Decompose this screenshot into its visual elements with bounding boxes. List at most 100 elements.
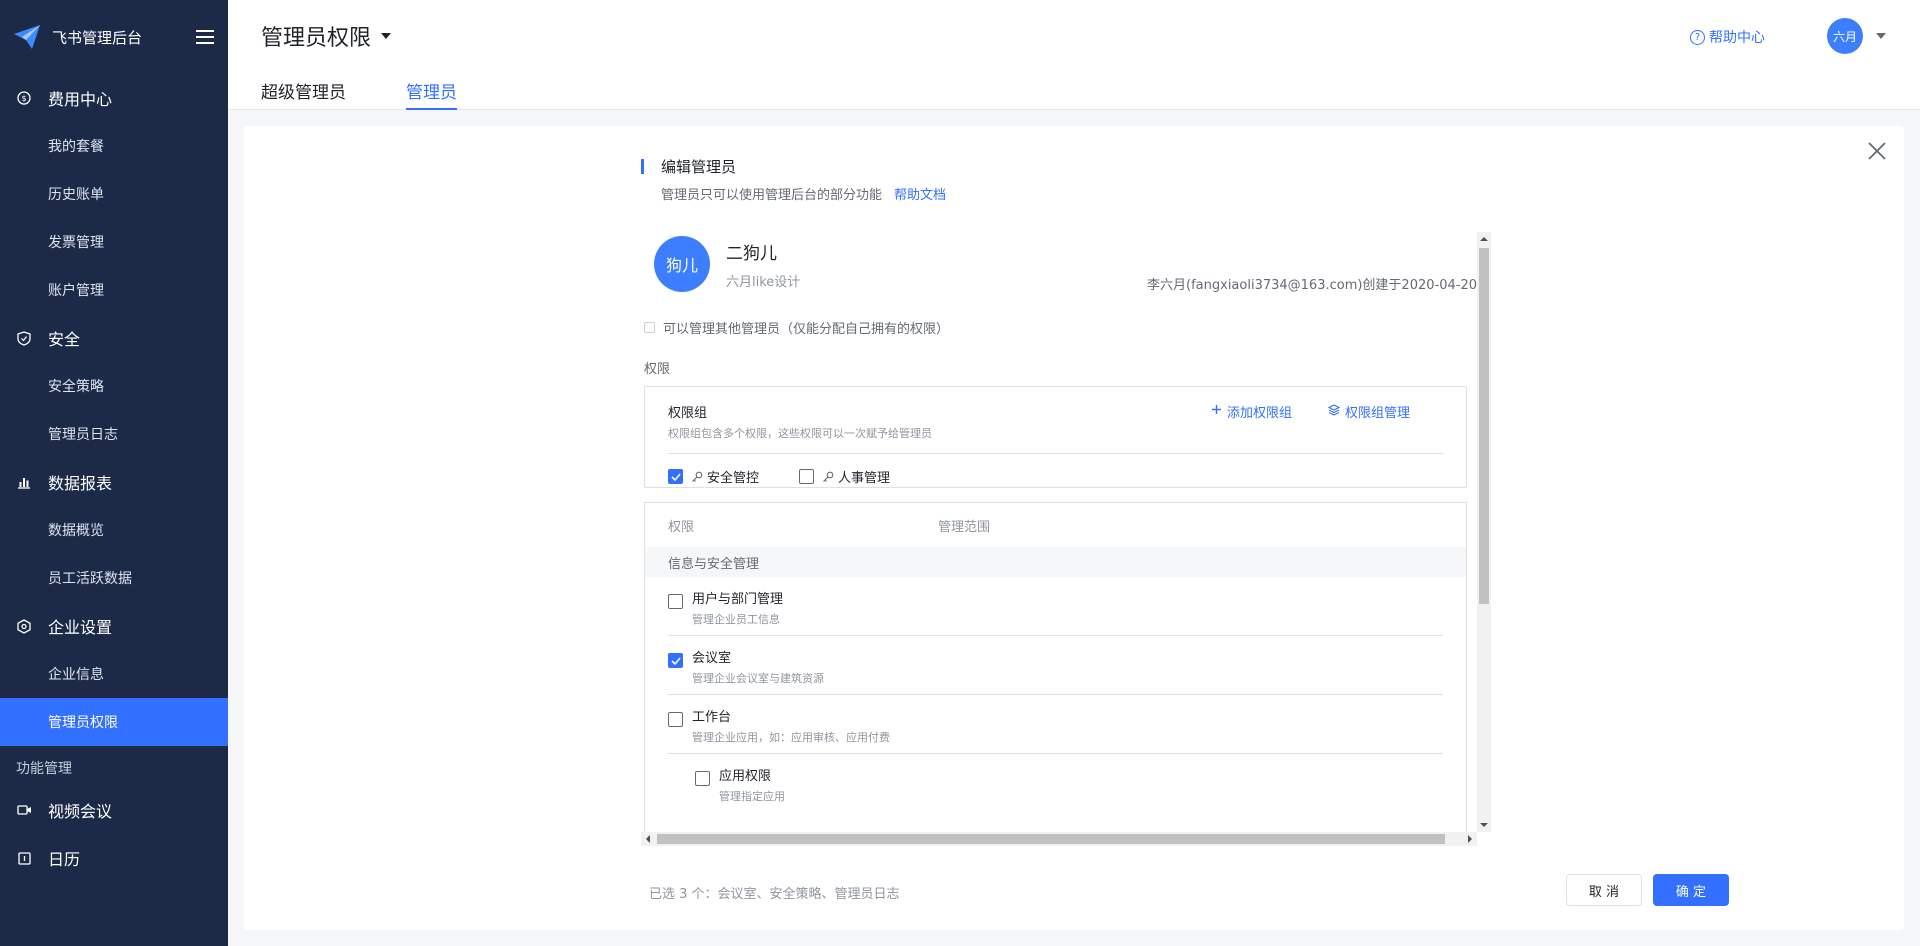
- nav-group-label: 视频会议: [48, 802, 113, 821]
- key-icon: [822, 471, 834, 483]
- scroll-content: 狗儿 二狗儿 六月like设计 李六月(fangxiaoli3734@163.c…: [641, 232, 1477, 832]
- brand: 飞书管理后台: [0, 0, 228, 74]
- section-description-text: 管理员只可以使用管理后台的部分功能: [661, 188, 883, 203]
- sidebar-item-my-plan[interactable]: 我的套餐: [0, 122, 228, 170]
- scrollbar-thumb[interactable]: [657, 834, 1445, 844]
- checkbox-unchecked[interactable]: [695, 771, 710, 786]
- permission-desc: 管理指定应用: [719, 790, 785, 803]
- scroll-up-arrow-icon[interactable]: [1480, 237, 1488, 241]
- checkbox-checked[interactable]: [668, 469, 683, 484]
- group-option-label: 人事管理: [838, 471, 891, 486]
- page-header: 管理员权限 超级管理员 管理员 ? 帮助中心 六月: [228, 0, 1920, 110]
- avatar: 狗儿: [654, 236, 710, 292]
- sidebar-item-account[interactable]: 账户管理: [0, 266, 228, 314]
- sidebar-item-admin-permissions[interactable]: 管理员权限: [0, 698, 228, 746]
- group-option-hr-management[interactable]: 人事管理: [799, 467, 890, 486]
- group-title: 权限组: [668, 406, 708, 421]
- svg-text:$: $: [21, 94, 26, 103]
- sidebar-item-company-info[interactable]: 企业信息: [0, 650, 228, 698]
- table-row[interactable]: 会议室 管理企业会议室与建筑资源: [668, 636, 1443, 695]
- avatar[interactable]: 六月: [1827, 18, 1863, 54]
- sidebar-item-video-meeting[interactable]: 视频会议: [0, 786, 228, 834]
- permission-cell: 用户与部门管理 管理企业员工信息: [692, 588, 783, 627]
- help-center-label: 帮助中心: [1709, 30, 1765, 46]
- can-manage-label: 可以管理其他管理员（仅能分配自己拥有的权限）: [663, 322, 950, 337]
- add-permission-group-button[interactable]: 添加权限组: [1211, 402, 1292, 421]
- nav-group-label: 日历: [48, 850, 81, 869]
- permissions-label: 权限: [644, 362, 671, 377]
- sidebar-item-history-bills[interactable]: 历史账单: [0, 170, 228, 218]
- vertical-scrollbar[interactable]: [1477, 232, 1491, 832]
- scroll-left-arrow-icon[interactable]: [646, 835, 650, 843]
- selection-summary: 已选 3 个：会议室、安全策略、管理员日志: [649, 887, 900, 902]
- checkbox-unchecked[interactable]: [668, 712, 683, 727]
- chevron-down-icon[interactable]: [1876, 33, 1886, 39]
- permission-name: 用户与部门管理: [692, 592, 784, 607]
- checkbox-checked[interactable]: [668, 653, 683, 668]
- confirm-button[interactable]: 确 定: [1653, 874, 1729, 906]
- plus-icon: [1211, 404, 1222, 419]
- nav-group-billing[interactable]: $ 费用中心: [0, 74, 228, 122]
- group-option-security-control[interactable]: 安全管控: [668, 467, 759, 486]
- scrollbar-thumb[interactable]: [1479, 248, 1489, 604]
- checkbox-unchecked[interactable]: [668, 594, 683, 609]
- nav-group-reports[interactable]: 数据报表: [0, 458, 228, 506]
- video-icon: [16, 802, 32, 818]
- group-option-label: 安全管控: [707, 471, 760, 486]
- category-row: 信息与安全管理: [645, 547, 1466, 577]
- scroll-area[interactable]: 狗儿 二狗儿 六月like设计 李六月(fangxiaoli3734@163.c…: [641, 232, 1491, 847]
- title-row: 管理员权限: [261, 20, 392, 52]
- sidebar-item-admin-log[interactable]: 管理员日志: [0, 410, 228, 458]
- question-circle-icon: ?: [1690, 29, 1705, 45]
- horizontal-scrollbar[interactable]: [641, 832, 1477, 846]
- manage-permission-groups-button[interactable]: 权限组管理: [1327, 402, 1410, 421]
- permission-desc: 管理企业员工信息: [692, 613, 780, 626]
- help-doc-link[interactable]: 帮助文档: [894, 188, 946, 203]
- divider: [668, 453, 1443, 454]
- sidebar-item-active-staff[interactable]: 员工活跃数据: [0, 554, 228, 602]
- scroll-down-arrow-icon[interactable]: [1480, 823, 1488, 827]
- brand-name: 飞书管理后台: [52, 28, 143, 47]
- user-name: 二狗儿: [726, 243, 777, 264]
- sidebar-item-security-policy[interactable]: 安全策略: [0, 362, 228, 410]
- add-group-label: 添加权限组: [1226, 406, 1292, 421]
- user-org: 六月like设计: [726, 274, 801, 290]
- table-row[interactable]: 工作台 管理企业应用，如：应用审核、应用付费: [668, 695, 1443, 754]
- menu-toggle-icon[interactable]: [194, 26, 216, 48]
- sidebar-section-label: 功能管理: [16, 761, 72, 777]
- sidebar-item-calendar[interactable]: 日历: [0, 834, 228, 882]
- page-title: 管理员权限: [261, 26, 372, 51]
- permission-desc: 管理企业应用，如：应用审核、应用付费: [692, 731, 890, 744]
- group-checkboxes: 安全管控 人事管理: [668, 467, 930, 486]
- layers-icon: [1327, 403, 1341, 420]
- close-icon[interactable]: [1866, 140, 1888, 162]
- content-card: 编辑管理员 管理员只可以使用管理后台的部分功能 帮助文档 狗儿 二狗儿 六月lik…: [244, 126, 1904, 930]
- can-manage-admins-option[interactable]: 可以管理其他管理员（仅能分配自己拥有的权限）: [644, 318, 949, 337]
- help-center-link[interactable]: ? 帮助中心: [1690, 27, 1765, 47]
- table-row[interactable]: 用户与部门管理 管理企业员工信息: [668, 577, 1443, 636]
- section-description: 管理员只可以使用管理后台的部分功能 帮助文档: [661, 184, 946, 203]
- nav-group-enterprise-settings[interactable]: 企业设置: [0, 602, 228, 650]
- section-title: 编辑管理员: [641, 156, 736, 177]
- tab-super-admin[interactable]: 超级管理员: [261, 78, 346, 110]
- table-row-sub[interactable]: 应用权限 管理指定应用: [695, 754, 1443, 813]
- sidebar-item-invoices[interactable]: 发票管理: [0, 218, 228, 266]
- sidebar-item-data-overview[interactable]: 数据概览: [0, 506, 228, 554]
- cancel-button[interactable]: 取 消: [1566, 874, 1642, 906]
- permission-name: 应用权限: [719, 769, 772, 784]
- permission-name: 会议室: [692, 651, 732, 666]
- nav-group-label: 费用中心: [48, 90, 113, 109]
- table-header: 权限 管理范围: [645, 503, 1466, 547]
- checkbox-unchecked[interactable]: [799, 469, 815, 484]
- chevron-down-icon[interactable]: [381, 33, 392, 39]
- user-info: 二狗儿 六月like设计: [726, 239, 800, 290]
- permission-desc: 管理企业会议室与建筑资源: [692, 672, 824, 685]
- can-manage-checkbox[interactable]: [644, 322, 655, 333]
- permission-cell: 会议室 管理企业会议室与建筑资源: [692, 647, 824, 686]
- tab-admin[interactable]: 管理员: [406, 78, 457, 110]
- admin-user-card: 狗儿 二狗儿 六月like设计: [654, 236, 800, 292]
- nav-group-security[interactable]: 安全: [0, 314, 228, 362]
- scroll-right-arrow-icon[interactable]: [1468, 835, 1472, 843]
- nav-group-label: 数据报表: [48, 474, 113, 493]
- nav-group-label: 安全: [48, 330, 81, 349]
